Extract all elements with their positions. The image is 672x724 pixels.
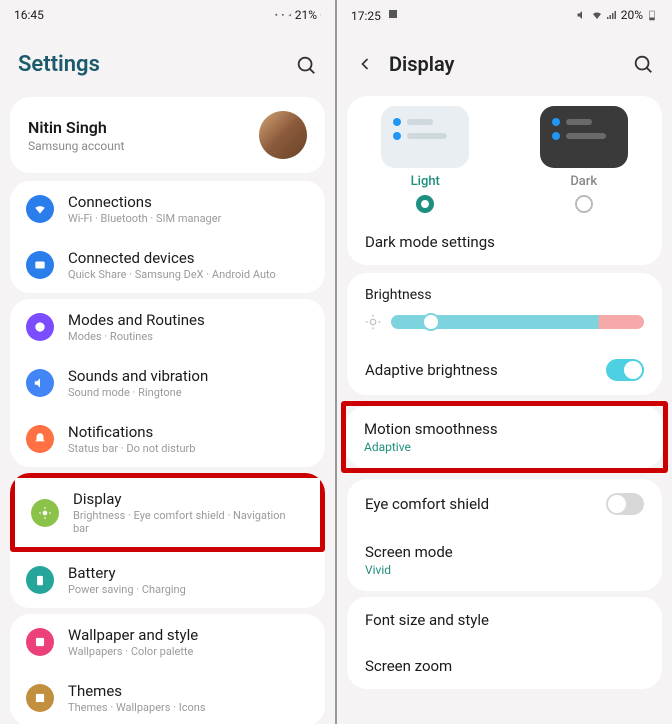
row-wallpaper[interactable]: Wallpaper and styleWallpapers · Color pa… (10, 614, 325, 670)
settings-group-3: DisplayBrightness · Eye comfort shield ·… (10, 473, 325, 608)
radio-dark[interactable] (575, 195, 593, 213)
battery-icon (646, 8, 658, 22)
row-notifications[interactable]: NotificationsStatus bar · Do not disturb (10, 411, 325, 467)
profile-name: Nitin Singh (28, 118, 124, 137)
settings-group-1: ConnectionsWi-Fi · Bluetooth · SIM manag… (10, 181, 325, 293)
row-sounds[interactable]: Sounds and vibrationSound mode · Rington… (10, 355, 325, 411)
font-zoom-card: Font size and style Screen zoom (347, 597, 662, 689)
motion-card: Motion smoothness Adaptive (346, 406, 663, 468)
signal-icon (606, 9, 618, 21)
row-battery[interactable]: BatteryPower saving · Charging (10, 552, 325, 608)
settings-group-2: Modes and RoutinesModes · Routines Sound… (10, 299, 325, 467)
settings-screen: 16:45 21% Settings Nitin Singh Samsung a… (0, 0, 335, 724)
eye-comfort-toggle[interactable] (606, 493, 644, 515)
row-display[interactable]: DisplayBrightness · Eye comfort shield ·… (15, 478, 320, 547)
row-dark-mode-settings[interactable]: Dark mode settings (347, 219, 662, 265)
header: Settings (0, 30, 335, 89)
page-title: Settings (18, 52, 100, 77)
theme-card: Light Dark Dark mode settings (347, 96, 662, 265)
wifi-icon (281, 13, 285, 17)
header: Display (337, 30, 672, 88)
row-font-size[interactable]: Font size and style (347, 597, 662, 643)
wifi-icon (26, 195, 54, 223)
sun-icon (365, 314, 381, 330)
highlight-display: DisplayBrightness · Eye comfort shield ·… (10, 473, 325, 552)
search-icon[interactable] (295, 54, 317, 76)
themes-icon (26, 684, 54, 712)
highlight-motion: Motion smoothness Adaptive (341, 401, 668, 473)
signal-icon (288, 13, 292, 17)
theme-light-preview (381, 106, 469, 168)
row-screen-mode[interactable]: Screen mode Vivid (347, 529, 662, 591)
row-connections[interactable]: ConnectionsWi-Fi · Bluetooth · SIM manag… (10, 181, 325, 237)
theme-light-label: Light (411, 174, 440, 189)
clock: 17:25 (351, 9, 381, 23)
row-screen-zoom[interactable]: Screen zoom (347, 643, 662, 689)
battery-text: 20% (621, 8, 643, 22)
brightness-icon (31, 499, 59, 527)
clock: 16:45 (14, 8, 44, 22)
battery-text: 21% (295, 8, 317, 22)
row-eye-comfort[interactable]: Eye comfort shield (347, 479, 662, 529)
theme-light-option[interactable]: Light (361, 106, 490, 213)
wifi-icon (591, 9, 603, 21)
row-themes[interactable]: ThemesThemes · Wallpapers · Icons (10, 670, 325, 724)
status-bar: 17:25 20% (337, 0, 672, 30)
mute-icon (576, 9, 588, 21)
row-connected-devices[interactable]: Connected devicesQuick Share · Samsung D… (10, 237, 325, 293)
avatar (259, 111, 307, 159)
brightness-label: Brightness (347, 273, 662, 309)
devices-icon (26, 251, 54, 279)
page-title: Display (389, 52, 454, 76)
sound-icon (26, 369, 54, 397)
status-bar: 16:45 21% (0, 0, 335, 30)
back-icon[interactable] (355, 54, 375, 74)
wallpaper-icon (26, 628, 54, 656)
mute-icon (275, 13, 279, 17)
eye-screen-card: Eye comfort shield Screen mode Vivid (347, 479, 662, 591)
profile-sub: Samsung account (28, 139, 124, 153)
slider-thumb[interactable] (422, 313, 440, 331)
row-modes[interactable]: Modes and RoutinesModes · Routines (10, 299, 325, 355)
display-screen: 17:25 20% Display (337, 0, 672, 724)
adaptive-brightness-toggle[interactable] (606, 359, 644, 381)
bell-icon (26, 425, 54, 453)
screenshot-icon (387, 8, 399, 20)
battery-icon (26, 566, 54, 594)
theme-dark-label: Dark (570, 174, 597, 189)
search-icon[interactable] (632, 53, 654, 75)
brightness-slider[interactable] (391, 313, 644, 331)
theme-dark-option[interactable]: Dark (520, 106, 649, 213)
radio-light[interactable] (416, 195, 434, 213)
profile-card[interactable]: Nitin Singh Samsung account (10, 97, 325, 173)
settings-group-4: Wallpaper and styleWallpapers · Color pa… (10, 614, 325, 724)
row-adaptive-brightness[interactable]: Adaptive brightness (347, 345, 662, 395)
battery-icon (320, 8, 321, 22)
brightness-card: Brightness Adaptive brightness (347, 273, 662, 395)
modes-icon (26, 313, 54, 341)
row-motion-smoothness[interactable]: Motion smoothness Adaptive (346, 406, 663, 468)
theme-dark-preview (540, 106, 628, 168)
